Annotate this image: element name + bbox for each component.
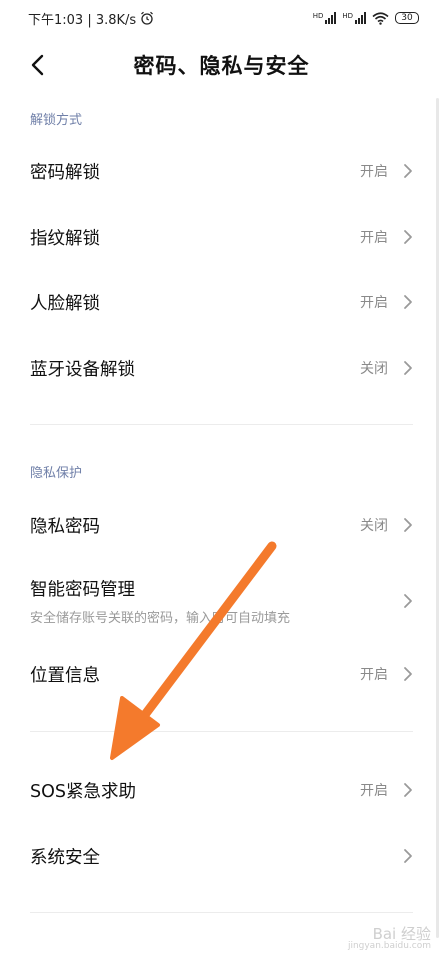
row-system-security[interactable]: 系统安全 bbox=[0, 823, 443, 889]
watermark: Bai 经验 jingyan.baidu.com bbox=[348, 926, 431, 952]
row-title: 智能密码管理 bbox=[30, 580, 135, 600]
row-sos-emergency[interactable]: SOS紧急求助 开启 bbox=[0, 757, 443, 823]
chevron-right-icon bbox=[403, 359, 415, 377]
status-time-speed: 下午1:03 | 3.8K/s bbox=[28, 12, 137, 28]
chevron-right-icon bbox=[403, 162, 415, 180]
row-title: SOS紧急求助 bbox=[30, 781, 136, 802]
row-title: 系统安全 bbox=[30, 847, 100, 868]
chevron-right-icon bbox=[403, 665, 415, 683]
settings-page: 下午1:03 | 3.8K/s HD HD 30 密码、隐私与安全 解锁方式 密… bbox=[0, 0, 443, 960]
chevron-right-icon bbox=[403, 293, 415, 311]
row-smart-password-manager[interactable]: 智能密码管理 安全储存账号关联的密码，输入时可自动填充 bbox=[0, 566, 443, 636]
row-status-value: 关闭 bbox=[360, 361, 388, 377]
row-location-info[interactable]: 位置信息 开启 bbox=[0, 641, 443, 707]
row-privacy-password[interactable]: 隐私密码 关闭 bbox=[0, 492, 443, 558]
row-bluetooth-unlock[interactable]: 蓝牙设备解锁 关闭 bbox=[0, 335, 443, 401]
section-label-privacy: 隐私保护 bbox=[30, 466, 83, 481]
battery-indicator: 30 bbox=[395, 12, 419, 24]
signal-2-icon: HD bbox=[342, 12, 366, 24]
row-subtitle: 安全储存账号关联的密码，输入时可自动填充 bbox=[30, 611, 291, 626]
chevron-right-icon bbox=[403, 516, 415, 534]
section-label-unlock: 解锁方式 bbox=[30, 113, 83, 128]
back-button[interactable] bbox=[22, 50, 52, 80]
chevron-right-icon bbox=[403, 847, 415, 865]
chevron-right-icon bbox=[403, 781, 415, 799]
section-divider bbox=[30, 912, 413, 913]
chevron-right-icon bbox=[403, 592, 415, 610]
row-title: 人脸解锁 bbox=[30, 293, 100, 314]
header: 密码、隐私与安全 bbox=[0, 40, 443, 90]
row-face-unlock[interactable]: 人脸解锁 开启 bbox=[0, 269, 443, 335]
row-status-value: 关闭 bbox=[360, 518, 388, 534]
section-divider bbox=[30, 731, 413, 732]
row-title: 隐私密码 bbox=[30, 516, 100, 537]
section-divider bbox=[30, 424, 413, 425]
watermark-brand: Bai 经验 bbox=[372, 924, 431, 943]
row-status-value: 开启 bbox=[360, 295, 388, 311]
row-fingerprint-unlock[interactable]: 指纹解锁 开启 bbox=[0, 204, 443, 270]
row-status-value: 开启 bbox=[360, 230, 388, 246]
row-title: 指纹解锁 bbox=[30, 228, 100, 249]
back-arrow-icon bbox=[31, 54, 44, 76]
status-bar: 下午1:03 | 3.8K/s HD HD 30 bbox=[0, 0, 443, 36]
signal-1-icon: HD bbox=[313, 12, 337, 24]
row-password-unlock[interactable]: 密码解锁 开启 bbox=[0, 138, 443, 204]
watermark-url: jingyan.baidu.com bbox=[347, 941, 431, 952]
row-title: 位置信息 bbox=[30, 665, 100, 686]
row-status-value: 开启 bbox=[360, 667, 388, 683]
row-status-value: 开启 bbox=[360, 783, 388, 799]
row-title: 蓝牙设备解锁 bbox=[30, 359, 135, 380]
alarm-icon bbox=[141, 11, 154, 25]
wifi-icon bbox=[372, 11, 389, 25]
chevron-right-icon bbox=[403, 228, 415, 246]
row-title: 密码解锁 bbox=[30, 162, 100, 183]
row-status-value: 开启 bbox=[360, 164, 388, 180]
page-title: 密码、隐私与安全 bbox=[133, 54, 310, 78]
